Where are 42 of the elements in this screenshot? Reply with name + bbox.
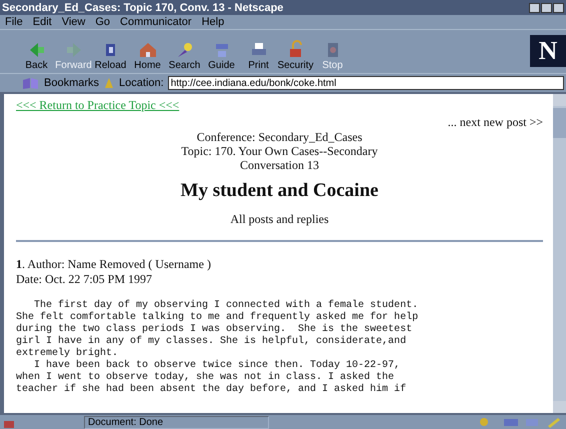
menu-item[interactable]: Help (202, 16, 224, 28)
status-text: Document: Done (84, 416, 269, 428)
menu-item[interactable]: Go (95, 16, 110, 28)
post-text-line: She felt comfortable talking to me and frequently asked me for help (16, 312, 420, 324)
print-button[interactable]: Print (240, 40, 277, 71)
window-title: Secondary_Ed_Cases: Topic 170, Conv. 13 - Netscape (2, 2, 284, 14)
subtitle: All posts and replies (229, 212, 330, 226)
browser-logo: N (530, 34, 566, 66)
post-text-line: teacher if she had been absent the day before, and I asked him if (16, 384, 408, 396)
scrollbar[interactable] (553, 94, 566, 413)
bookmarks-button[interactable]: Bookmarks (44, 77, 100, 89)
post-text-line: extremely bright. (16, 348, 120, 360)
maximize-button[interactable] (541, 2, 552, 12)
minimize-button[interactable] (529, 2, 540, 12)
post-text-line: when I went to observe today, she was not in class. I asked the (16, 372, 396, 384)
security-button[interactable]: Security (277, 40, 314, 71)
location-label: Location: (119, 77, 164, 89)
post-text-line: girl I have in any of my classes. She is helpful, considerate,and (16, 336, 408, 348)
menu-item[interactable]: View (62, 16, 86, 28)
reload-button[interactable]: Reload (92, 40, 129, 71)
search-button[interactable]: Search (166, 40, 203, 71)
header-line: Conference: Secondary_Ed_Cases (196, 130, 364, 144)
url-field[interactable]: http://cee.indiana.edu/bonk/coke.html (168, 76, 564, 90)
post-author: 1. Author: Name Removed ( Username ) (16, 257, 212, 272)
post-text-line: The first day of my observing I connected with a female student. (33, 300, 420, 312)
post-text-line: I have been back to observe twice since then. Today 10-22-97, (33, 360, 402, 372)
location-icon (103, 76, 116, 90)
menu-item[interactable]: Edit (32, 16, 52, 28)
header-line: Topic: 170. Your Own Cases--Secondary (180, 144, 379, 158)
back-button[interactable]: Back (18, 40, 55, 71)
home-button[interactable]: Home (129, 40, 166, 71)
close-button[interactable] (553, 2, 564, 12)
header-line: Conversation 13 (239, 158, 320, 172)
post-date: Date: Oct. 22 7:05 PM 1997 (16, 272, 153, 287)
post-text-line: during the two class periods I was observing. She is the sweetest (16, 324, 414, 336)
menu-item[interactable]: Communicator (120, 16, 192, 28)
bookmarks-icon[interactable] (22, 76, 40, 90)
menu-item[interactable]: File (5, 16, 23, 28)
page-title: My student and Cocaine (180, 180, 380, 202)
next-post-link[interactable]: ... next new post >> (16, 115, 543, 130)
house-icon (138, 40, 158, 60)
guide-button[interactable]: Guide (203, 40, 240, 71)
